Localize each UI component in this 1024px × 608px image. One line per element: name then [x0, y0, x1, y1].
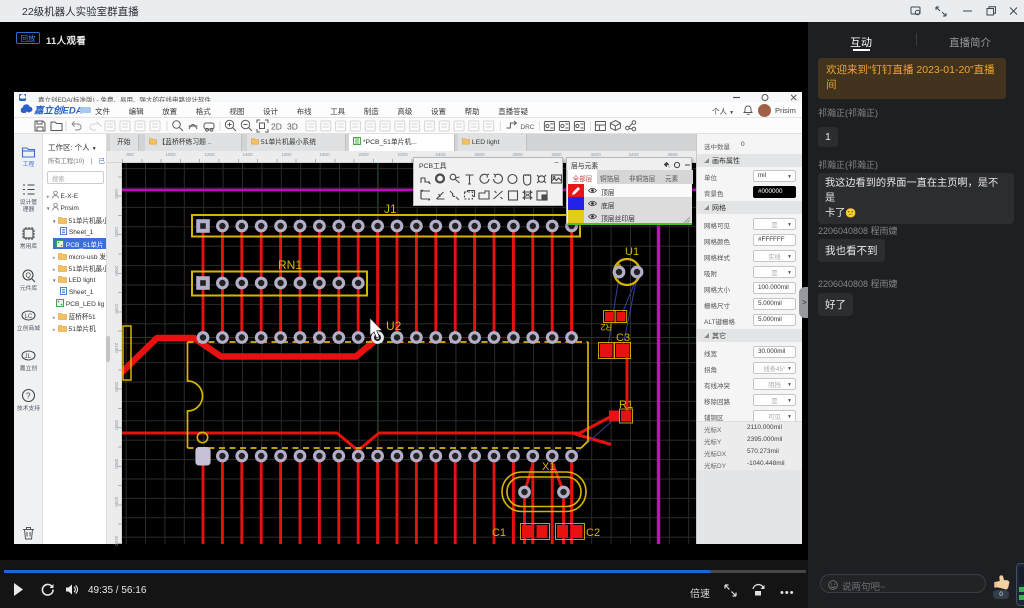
- svg-text:X1: X1: [542, 461, 555, 473]
- svg-text:+: +: [617, 261, 622, 270]
- svg-text:R2: R2: [600, 322, 612, 332]
- svg-text:J1: J1: [384, 202, 397, 216]
- svg-text:3D: 3D: [287, 122, 298, 132]
- svg-text:C1: C1: [492, 527, 506, 539]
- svg-text:Q: Q: [26, 273, 32, 280]
- svg-text:C2: C2: [586, 527, 600, 539]
- svg-text:?: ?: [26, 392, 31, 401]
- svg-text:嘉立创EDA: 嘉立创EDA: [33, 105, 83, 117]
- svg-text:2D: 2D: [271, 122, 282, 132]
- svg-text:U2: U2: [386, 319, 402, 333]
- svg-text:U1: U1: [625, 246, 639, 258]
- svg-text:DRC: DRC: [520, 124, 534, 131]
- svg-text:LC: LC: [25, 314, 33, 320]
- svg-text:RN1: RN1: [278, 258, 302, 272]
- svg-text:JL: JL: [25, 354, 32, 360]
